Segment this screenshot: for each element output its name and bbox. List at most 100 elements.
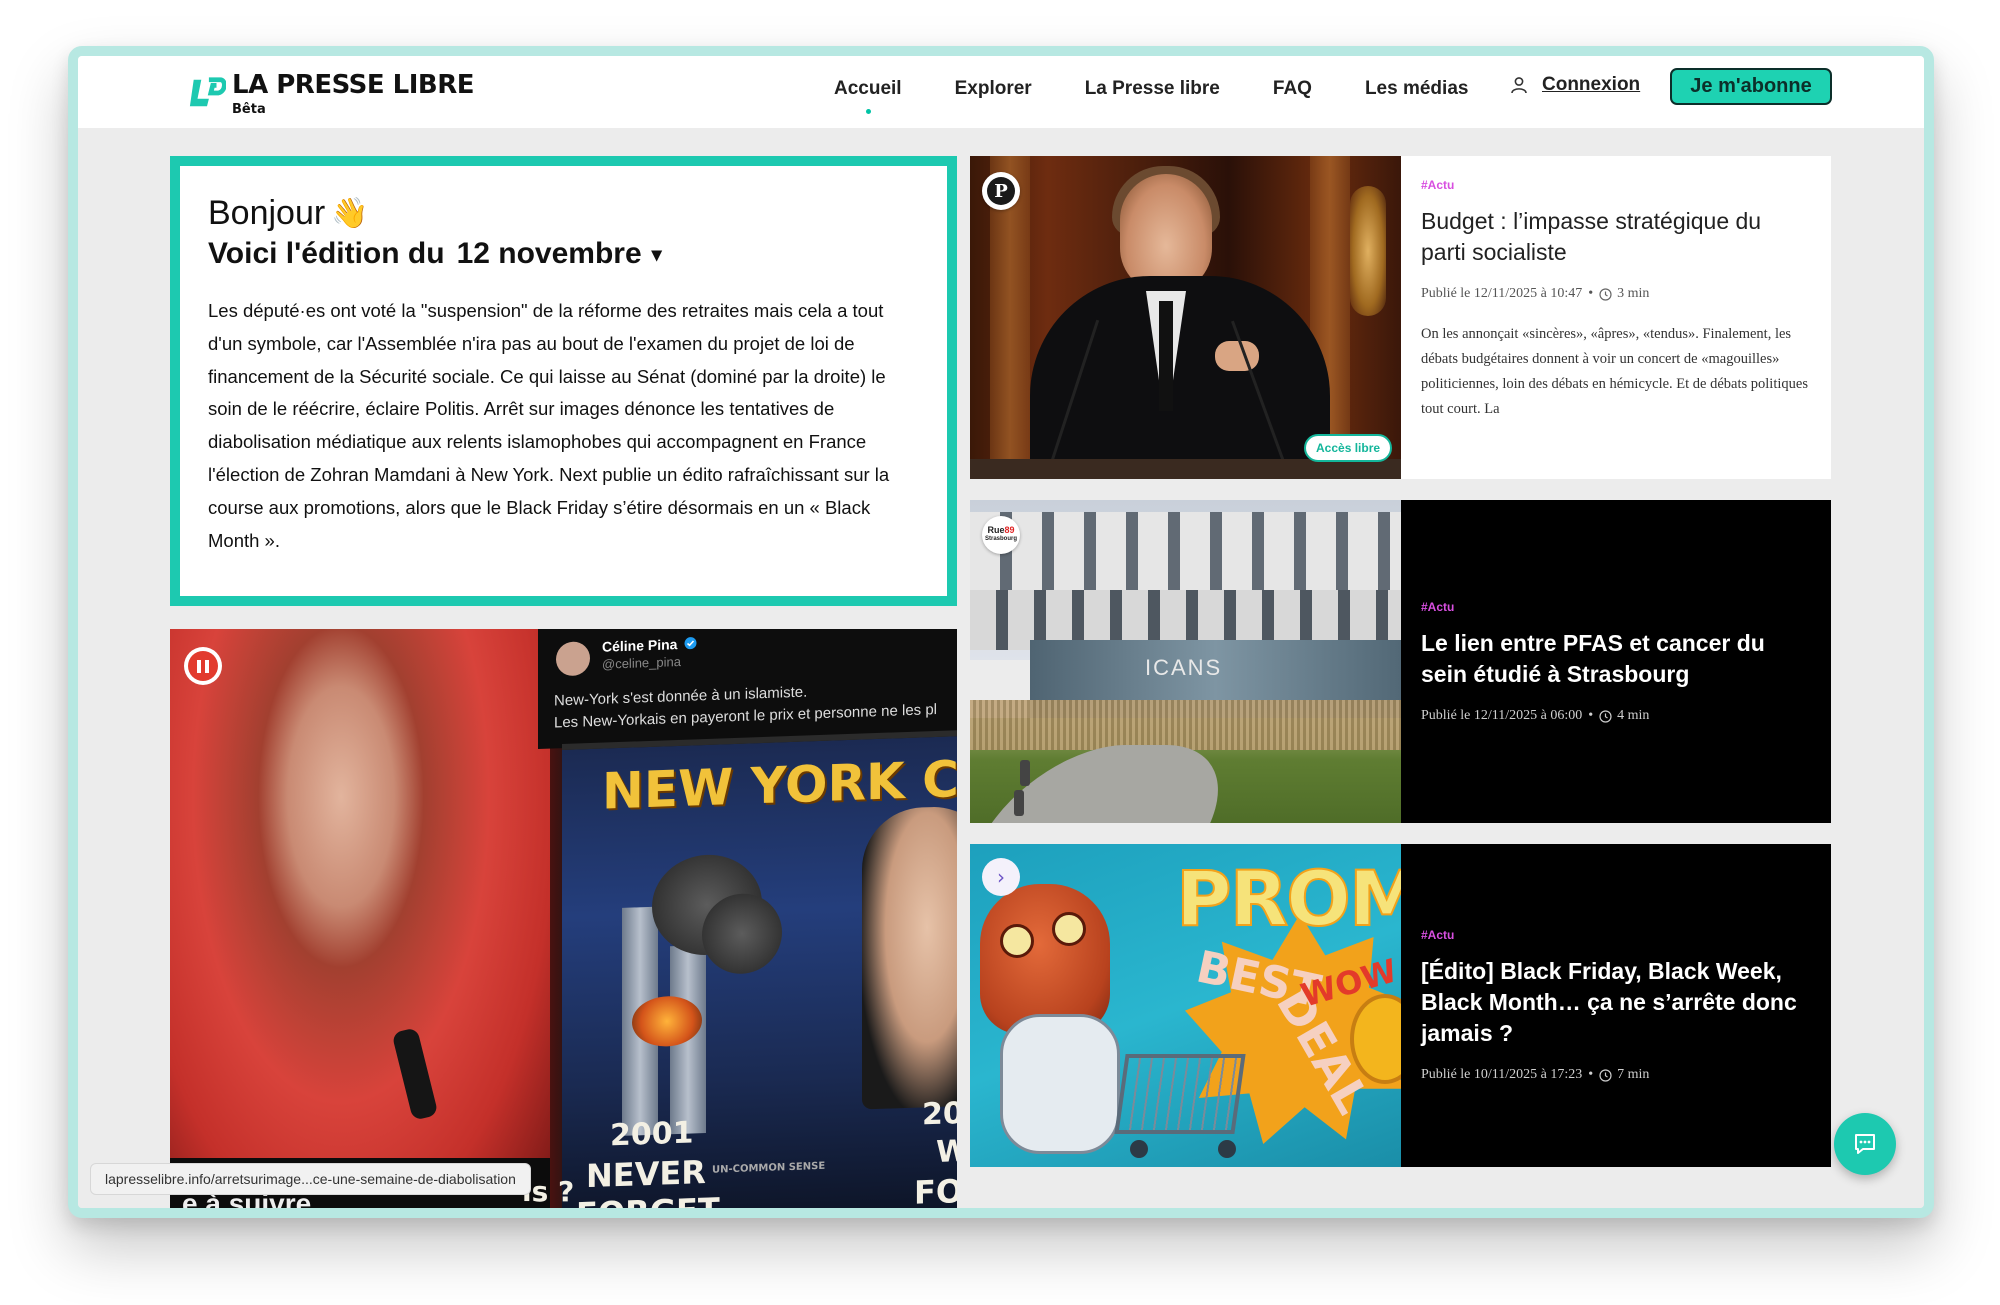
read-time: 7 min — [1617, 1067, 1650, 1082]
article-card[interactable]: PROMO BEST DEAL WOW › #Actu [Édito] Blac… — [970, 844, 1831, 1167]
tweet-author-name: Céline Pina — [602, 636, 678, 655]
article-text: #Actu [Édito] Black Friday, Black Week, … — [1401, 844, 1831, 1167]
article-image: ICANS Rue89 Strasbourg — [970, 500, 1401, 823]
image-post — [1014, 790, 1024, 816]
featured-video[interactable]: e à suivre Céline Pina @celine_pina New-… — [170, 629, 957, 1218]
article-text: #Actu Le lien entre PFAS et cancer du se… — [1401, 500, 1831, 823]
article-text: #Actu Budget : l’impasse stratégique du … — [1401, 156, 1831, 479]
pause-button[interactable] — [184, 647, 222, 685]
beta-badge: Bêta — [232, 102, 266, 117]
image-alien-eye — [1052, 912, 1086, 946]
image-cart-wheel — [1218, 1140, 1236, 1158]
greeting-text: Bonjour — [208, 194, 326, 232]
publish-date: Publié le 10/11/2025 à 17:23 — [1421, 1067, 1583, 1082]
article-card[interactable]: ICANS Rue89 Strasbourg #Actu Le lien ent… — [970, 500, 1831, 823]
article-meta: Publié le 12/11/2025 à 06:00 • 4 min — [1421, 708, 1811, 724]
read-time: 3 min — [1617, 286, 1650, 301]
rue89-logo-text: Rue89 — [987, 525, 1015, 535]
site-header: LA PRESSE LIBRE Bêta Accueil Explorer La… — [78, 56, 1924, 128]
nav-accueil[interactable]: Accueil — [834, 78, 902, 114]
browser-window: LA PRESSE LIBRE Bêta Accueil Explorer La… — [68, 46, 1934, 1218]
poster-w: W — [936, 1133, 957, 1170]
publish-date: Publié le 12/11/2025 à 10:47 — [1421, 286, 1583, 301]
caret-down-icon: ▾ — [651, 243, 662, 266]
image-space-suit — [1000, 1014, 1120, 1154]
nav-explorer[interactable]: Explorer — [955, 78, 1032, 100]
edition-date: 12 novembre — [456, 237, 642, 270]
nav-les-medias[interactable]: Les médias — [1365, 78, 1469, 100]
user-icon — [1511, 77, 1527, 94]
image-alien-head — [980, 884, 1110, 1034]
login-label: Connexion — [1542, 74, 1641, 95]
image-shopping-cart — [1114, 1054, 1246, 1134]
article-tag[interactable]: #Actu — [1421, 178, 1811, 192]
article-image: P Accès libre — [970, 156, 1401, 479]
video-frame-left — [170, 629, 550, 1208]
poster-forg: FORG — [914, 1170, 957, 1212]
poster-brand: UN-COMMON SENSE — [712, 1160, 826, 1176]
article-title[interactable]: [Édito] Black Friday, Black Week, Black … — [1421, 956, 1811, 1049]
rue89-logo-city: Strasbourg — [985, 536, 1018, 542]
lpl-logo-icon — [189, 77, 226, 107]
tweet-avatar — [556, 641, 590, 677]
clock-icon — [1599, 287, 1612, 301]
image-promo-text: PROMO — [1175, 853, 1401, 944]
poster-forget: FORGET — [576, 1190, 720, 1218]
chat-button[interactable] — [1834, 1113, 1896, 1175]
link-status-url: lapresselibre.info/arretsurimage...ce-un… — [90, 1163, 531, 1195]
pause-icon — [188, 651, 218, 681]
meta-separator: • — [1588, 708, 1594, 723]
politis-logo-icon: P — [987, 177, 1015, 205]
image-ornament — [1350, 186, 1386, 316]
chevron-right-icon[interactable]: › — [982, 858, 1020, 896]
verified-icon — [684, 637, 697, 650]
image-alien-eye — [1000, 924, 1034, 958]
main-nav: Accueil Explorer La Presse libre FAQ Les… — [834, 78, 1521, 114]
tweet-handle: @celine_pina — [602, 654, 681, 672]
image-person-hand — [1215, 341, 1259, 371]
edition-date-selector[interactable]: Voici l'édition du 12 novembre ▾ — [208, 237, 919, 271]
image-post — [1020, 760, 1030, 786]
clock-icon — [1599, 1068, 1612, 1082]
logo-wordmark: LA PRESSE LIBRE — [232, 70, 475, 100]
edition-prefix: Voici l'édition du — [208, 237, 445, 270]
daily-edition-card: Bonjour 👋 Voici l'édition du 12 novembre… — [170, 156, 957, 606]
edition-summary: Les député·es ont voté la "suspension" d… — [208, 300, 890, 551]
article-title[interactable]: Le lien entre PFAS et cancer du sein étu… — [1421, 628, 1811, 690]
free-access-badge: Accès libre — [1304, 434, 1393, 462]
article-excerpt: On les annonçait «sincères», «âpres», «t… — [1421, 326, 1808, 417]
site-logo[interactable]: LA PRESSE LIBRE Bêta — [188, 70, 475, 117]
poster-person — [862, 804, 957, 1110]
poster-year: 2001 — [610, 1115, 694, 1154]
image-desk — [970, 459, 1401, 479]
article-title[interactable]: Budget : l’impasse stratégique du parti … — [1421, 206, 1811, 268]
image-reeds — [970, 700, 1401, 750]
publish-date: Publié le 12/11/2025 à 06:00 — [1421, 708, 1583, 723]
waving-hand-icon: 👋 — [331, 197, 369, 230]
video-poster: NEW YORK CI 2001 NEVER FORGET UN-COMMON … — [562, 729, 957, 1218]
meta-separator: • — [1588, 286, 1594, 301]
clock-icon — [1599, 709, 1612, 723]
article-image: PROMO BEST DEAL WOW › — [970, 844, 1401, 1167]
subscribe-button[interactable]: Je m'abonne — [1670, 68, 1832, 105]
rue89-logo-icon: Rue89 Strasbourg — [985, 520, 1018, 550]
article-card[interactable]: P Accès libre #Actu Budget : l’impasse s… — [970, 156, 1831, 479]
read-time: 4 min — [1617, 708, 1650, 723]
source-logo-politis: P — [982, 172, 1020, 210]
tweet-overlay: Céline Pina @celine_pina New-York s'est … — [538, 629, 957, 749]
login-link[interactable]: Connexion — [1510, 74, 1640, 96]
article-meta: Publié le 12/11/2025 à 10:47 • 3 min — [1421, 286, 1811, 302]
nav-faq[interactable]: FAQ — [1273, 78, 1312, 100]
page: LA PRESSE LIBRE Bêta Accueil Explorer La… — [78, 56, 1924, 1208]
article-tag[interactable]: #Actu — [1421, 600, 1811, 614]
article-tag[interactable]: #Actu — [1421, 928, 1811, 942]
tweet-author: Céline Pina — [602, 635, 697, 655]
image-person-tie — [1159, 301, 1173, 411]
tweet-line-1: New-York s'est donnée à un islamiste. — [554, 683, 808, 710]
source-logo-rue89: Rue89 Strasbourg — [982, 516, 1020, 554]
chat-icon — [1855, 1134, 1875, 1154]
nav-la-presse-libre[interactable]: La Presse libre — [1085, 78, 1220, 100]
article-meta: Publié le 10/11/2025 à 17:23 • 7 min — [1421, 1067, 1811, 1083]
smoke-shape — [702, 892, 782, 976]
image-building-sign: ICANS — [1145, 655, 1223, 680]
